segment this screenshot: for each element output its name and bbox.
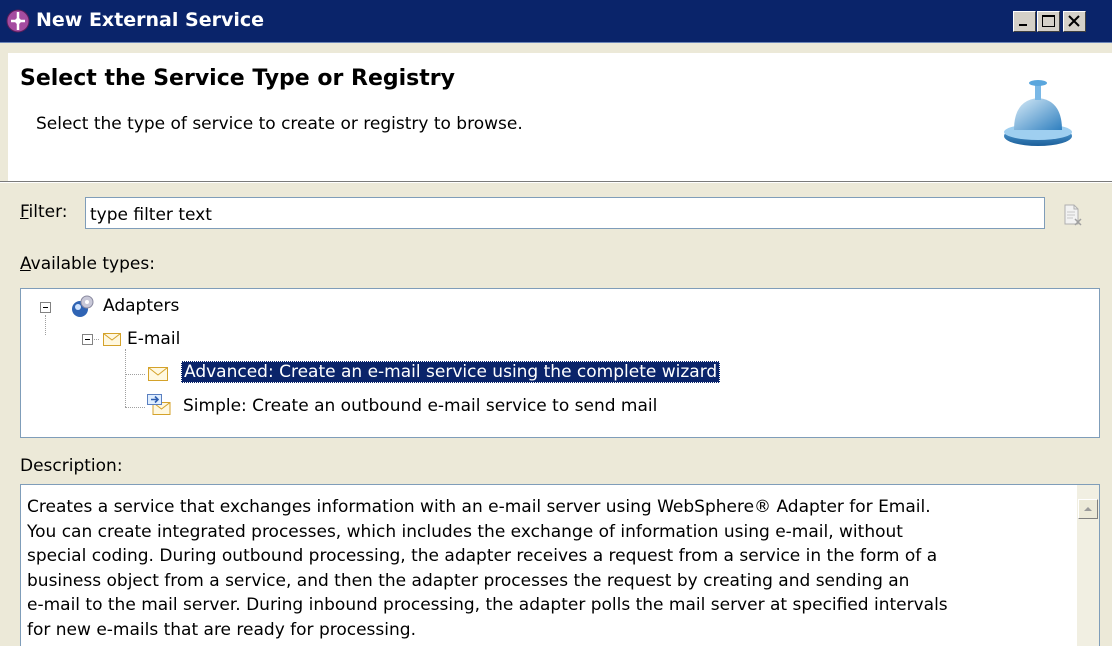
adapters-icon: [70, 295, 94, 324]
tree-item-email[interactable]: E-mail: [127, 329, 180, 349]
tree-item-advanced[interactable]: Advanced: Create an e-mail service using…: [181, 361, 721, 383]
window-title: New External Service: [36, 9, 264, 31]
title-bar[interactable]: New External Service: [0, 0, 1112, 43]
description-box: Creates a service that exchanges informa…: [20, 484, 1100, 646]
description-line: e-mail to the mail server. During inboun…: [27, 595, 948, 615]
tree-connector: [45, 315, 46, 335]
outbound-mail-icon: [145, 392, 173, 425]
tree-connector: [125, 349, 126, 407]
clear-filter-icon[interactable]: [1063, 204, 1083, 231]
description-scrollbar[interactable]: [1077, 485, 1099, 646]
page-title: Select the Service Type or Registry: [20, 66, 455, 91]
maximize-button[interactable]: [1037, 11, 1060, 32]
page-description: Select the type of service to create or …: [36, 114, 523, 134]
tree-item-simple[interactable]: Simple: Create an outbound e-mail servic…: [183, 396, 657, 416]
scroll-up-button[interactable]: [1078, 499, 1098, 519]
description-line: You can create integrated processes, whi…: [27, 521, 903, 542]
email-collapse-toggle[interactable]: [82, 334, 93, 345]
description-text: Creates a service that exchanges informa…: [27, 495, 1057, 642]
envelope-icon: [102, 329, 122, 354]
types-tree[interactable]: Adapters E-mail Advanced: Create an e-ma…: [20, 288, 1100, 438]
tree-connector: [125, 374, 145, 375]
close-button[interactable]: [1063, 11, 1086, 32]
filter-input[interactable]: [85, 197, 1045, 229]
app-icon: [6, 9, 30, 33]
minimize-button[interactable]: [1013, 11, 1036, 32]
description-line: Creates a service that exchanges informa…: [27, 497, 931, 517]
tree-connector: [125, 407, 145, 408]
envelope-icon: [147, 363, 169, 388]
adapters-collapse-toggle[interactable]: [40, 302, 51, 313]
tree-item-adapters[interactable]: Adapters: [103, 296, 179, 316]
banner: Select the Service Type or Registry Sele…: [8, 54, 1112, 181]
description-label: Description:: [20, 456, 123, 476]
filter-label: Filter:: [20, 202, 68, 222]
description-line: for new e-mails that are ready for proce…: [27, 619, 416, 640]
description-line: special coding. During outbound processi…: [27, 546, 938, 566]
service-bell-icon: [1000, 70, 1080, 155]
available-types-label: Available types:: [20, 254, 155, 274]
banner-separator-highlight: [0, 182, 1112, 183]
description-line: business object from a service, and then…: [27, 570, 910, 591]
